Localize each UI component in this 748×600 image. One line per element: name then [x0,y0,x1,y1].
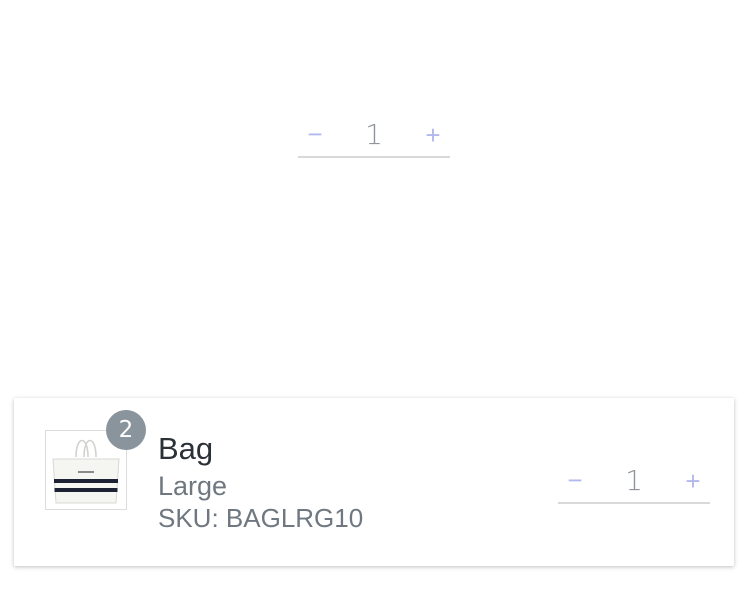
increase-quantity-button[interactable]: + [416,118,450,152]
plus-icon: + [685,466,701,496]
plus-icon: + [425,120,441,150]
decrease-quantity-button[interactable]: − [298,118,332,152]
page: − 1 + 2 Bag Large SKU: BAGLRG10 − 1 + [0,0,748,600]
quantity-badge: 2 [106,410,146,450]
quantity-stepper: − 1 + [298,114,450,158]
quantity-value[interactable]: 1 [592,467,676,495]
minus-icon: − [567,465,583,495]
minus-icon: − [307,119,323,149]
quantity-value[interactable]: 1 [332,121,416,149]
product-variant: Large [158,471,228,501]
product-sku: SKU: BAGLRG10 [158,503,364,533]
decrease-quantity-button[interactable]: − [558,464,592,498]
cart-item-card: 2 Bag Large SKU: BAGLRG10 − 1 + [14,398,734,566]
increase-quantity-button[interactable]: + [676,464,710,498]
product-name: Bag [158,431,214,466]
cart-item-quantity-stepper: − 1 + [558,460,710,504]
